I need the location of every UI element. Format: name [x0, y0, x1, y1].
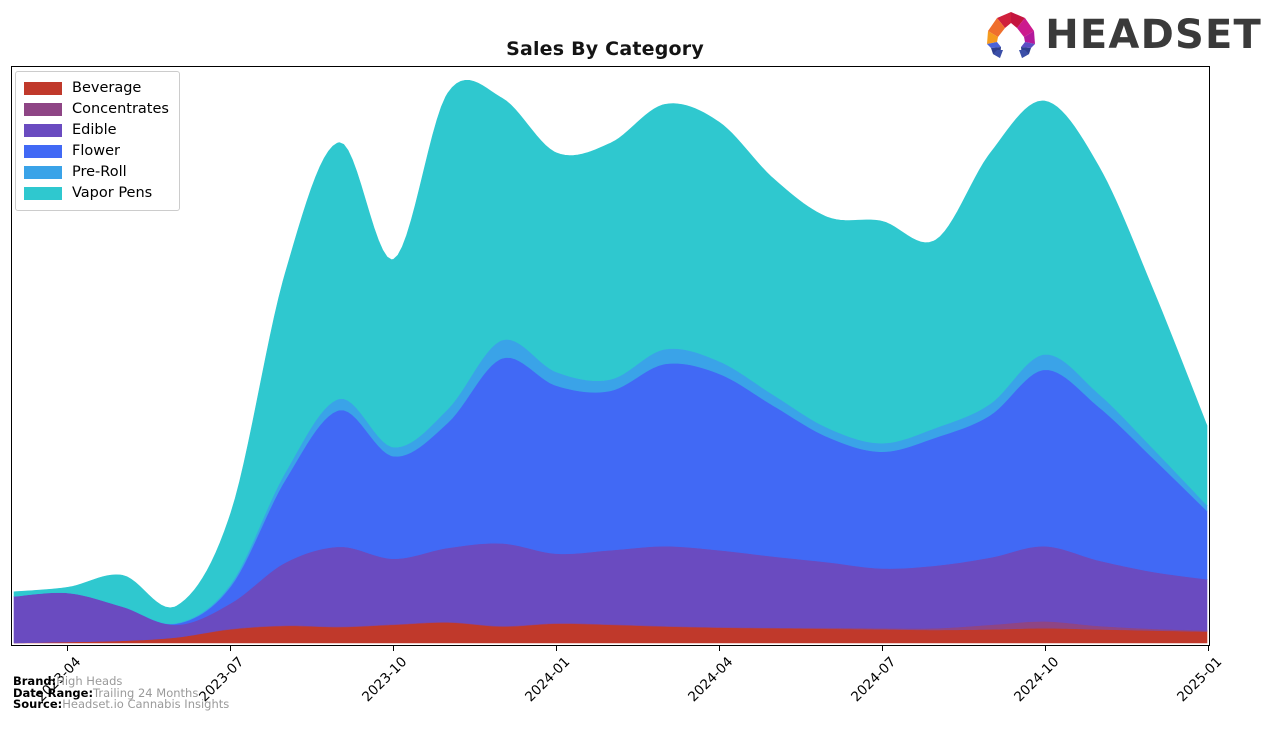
legend-item-label: Flower [72, 143, 120, 160]
chart-footer: Brand:High Heads Date Range:Trailing 24 … [13, 675, 230, 711]
x-axis-tick-mark [230, 646, 232, 651]
x-axis-tick-label: 2024-10 [1011, 654, 1063, 706]
legend-item-vapor-pens[interactable]: Vapor Pens [24, 183, 169, 204]
x-axis-tick-mark [67, 646, 69, 651]
x-axis-tick-mark [1208, 646, 1209, 651]
legend-swatch-icon [24, 166, 62, 179]
legend-swatch-icon [24, 145, 62, 158]
x-axis-tick-mark [556, 646, 558, 651]
footer-line: Source:Headset.io Cannabis Insights [13, 697, 230, 711]
legend-item-label: Vapor Pens [72, 185, 153, 202]
chart-legend: Beverage Concentrates Edible Flower Pre-Roll… [15, 71, 180, 211]
headset-ring-logo-icon [987, 12, 1036, 58]
x-axis-tick-mark [1045, 646, 1047, 651]
x-axis-tick-label: 2024-04 [685, 654, 737, 706]
legend-item-label: Edible [72, 122, 117, 139]
legend-item-pre-roll[interactable]: Pre-Roll [24, 162, 169, 183]
x-axis-tick-mark [882, 646, 884, 651]
chart-container: Sales By Category HEADSET 2023-04 2023-07… [0, 0, 1276, 743]
legend-swatch-icon [24, 124, 62, 137]
x-axis-tick-label: 2025-01 [1174, 654, 1226, 706]
legend-item-label: Pre-Roll [72, 164, 127, 181]
headset-logo-text: HEADSET [1045, 12, 1262, 58]
legend-item-concentrates[interactable]: Concentrates [24, 99, 169, 120]
legend-item-beverage[interactable]: Beverage [24, 78, 169, 99]
plot-area [11, 66, 1210, 646]
footer-value: Headset.io Cannabis Insights [62, 697, 230, 711]
stacked-area-chart [13, 79, 1208, 644]
x-axis-tick-mark [719, 646, 721, 651]
x-axis-tick-label: 2023-10 [359, 654, 411, 706]
legend-swatch-icon [24, 82, 62, 95]
x-axis-tick-label: 2024-07 [848, 654, 900, 706]
legend-swatch-icon [24, 187, 62, 200]
x-axis-tick-mark [393, 646, 395, 651]
footer-key: Source: [13, 697, 63, 711]
legend-item-flower[interactable]: Flower [24, 141, 169, 162]
x-axis-tick-label: 2024-01 [522, 654, 574, 706]
legend-item-edible[interactable]: Edible [24, 120, 169, 141]
legend-swatch-icon [24, 103, 62, 116]
area-series-group [13, 79, 1208, 644]
legend-item-label: Concentrates [72, 101, 169, 118]
headset-logo: HEADSET [983, 9, 1262, 61]
legend-item-label: Beverage [72, 80, 142, 97]
